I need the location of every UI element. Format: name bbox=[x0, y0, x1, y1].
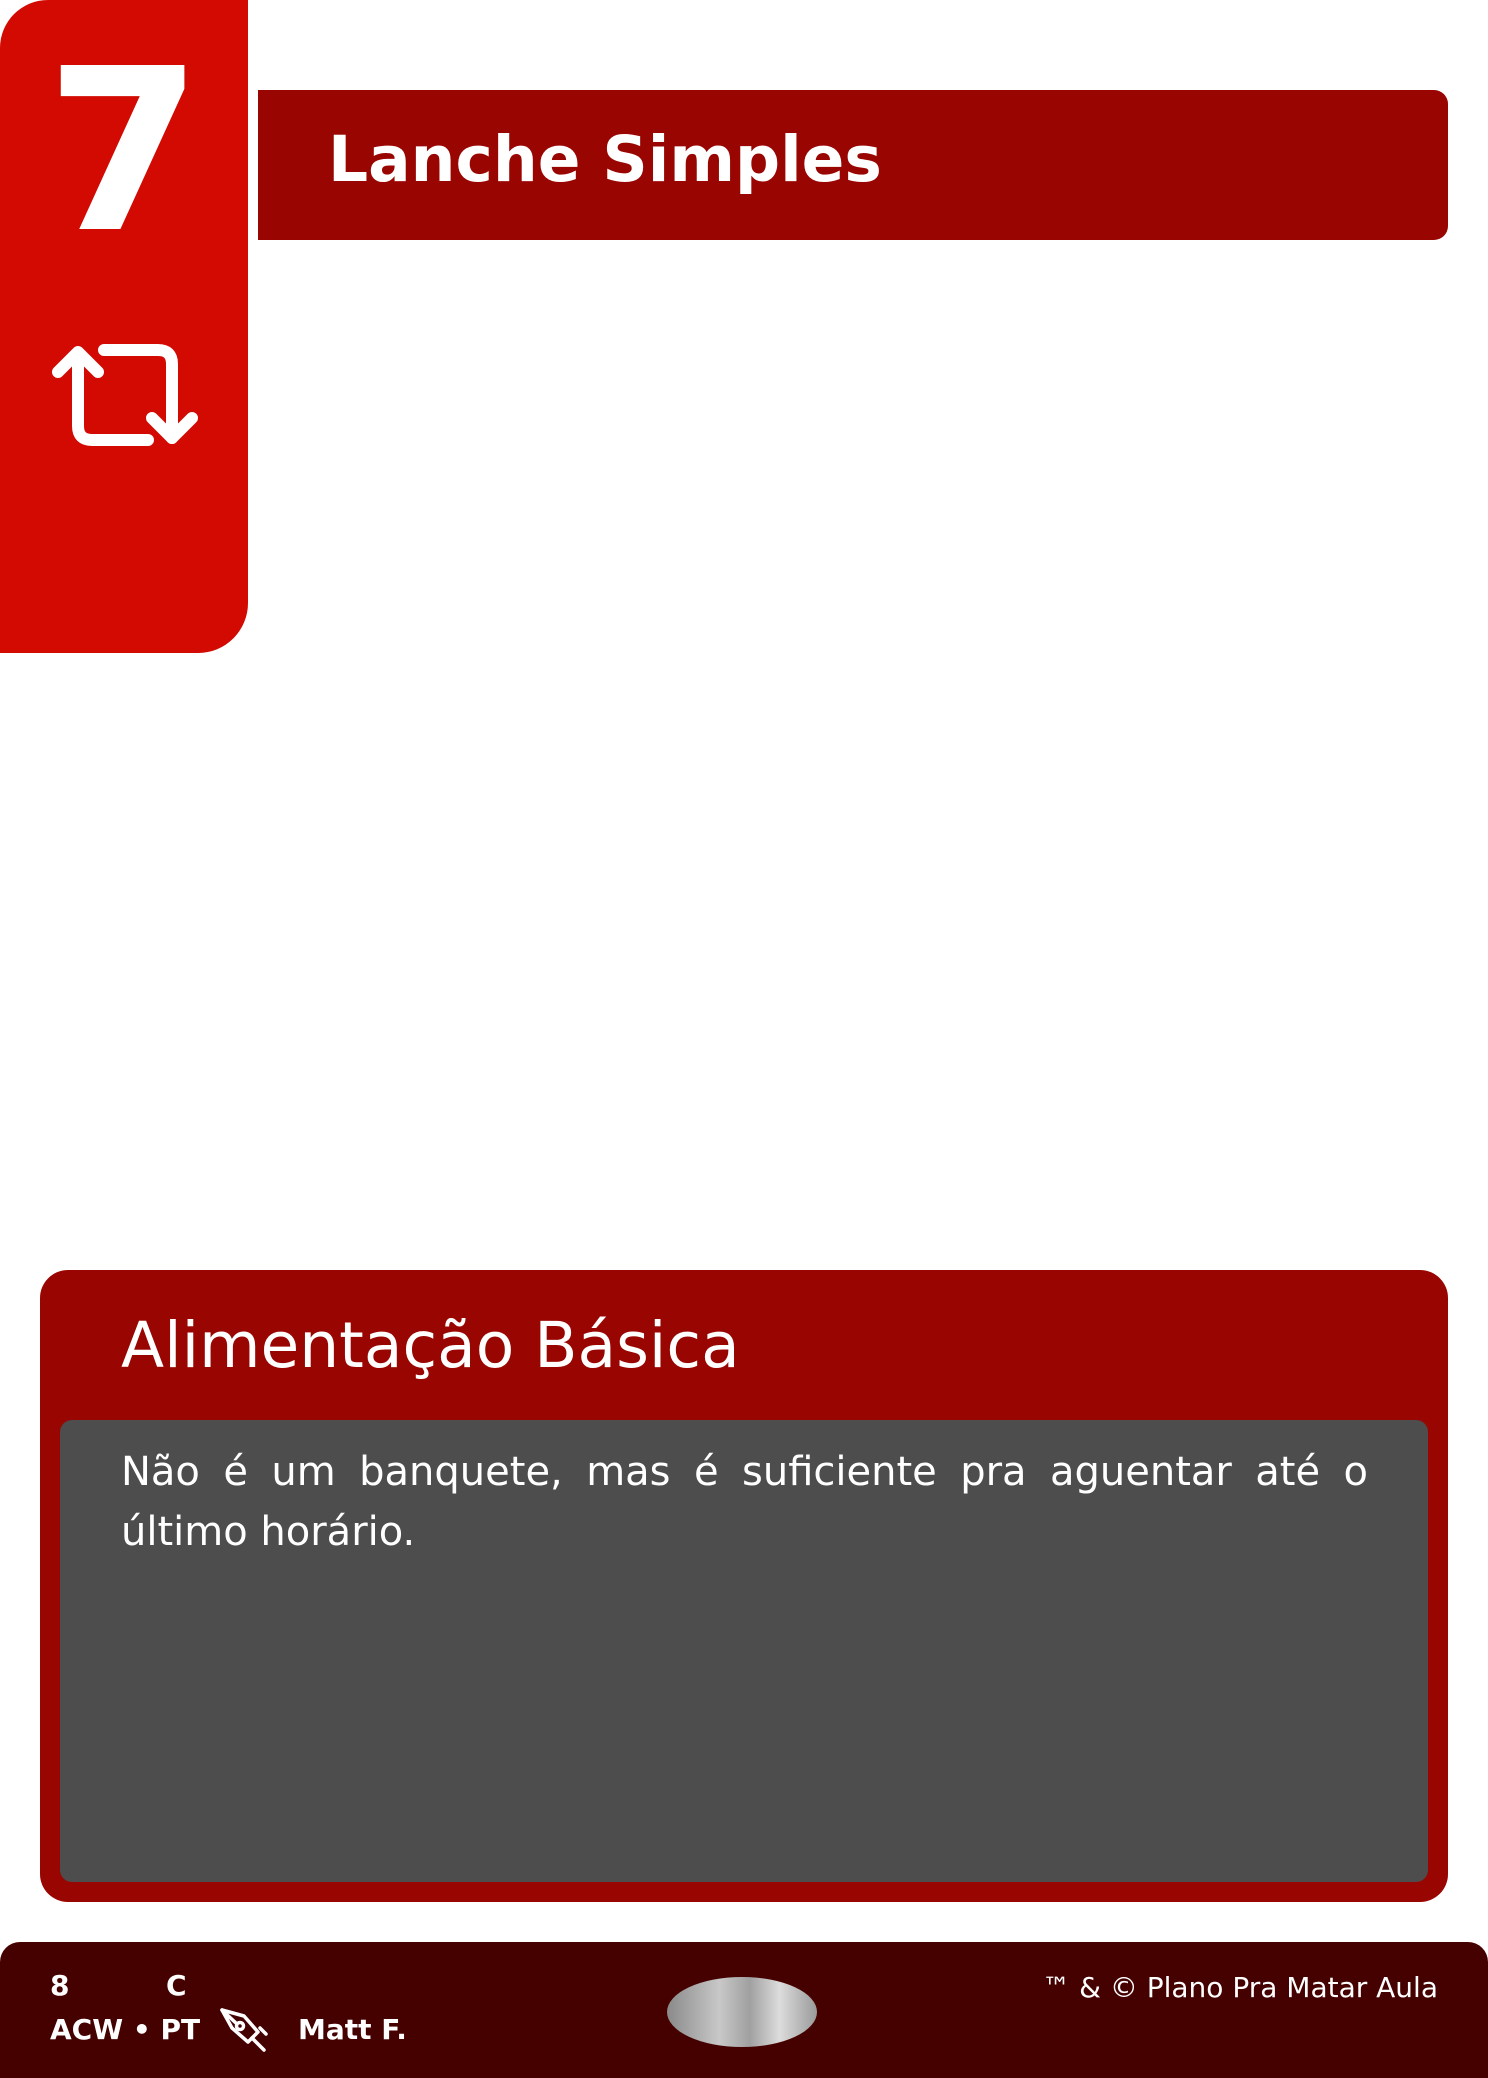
pen-nib-icon bbox=[220, 2008, 268, 2052]
repeat-icon bbox=[52, 344, 198, 446]
set-language: ACW • PT bbox=[50, 2013, 201, 2046]
cost-tab: 7 bbox=[0, 0, 248, 653]
artist-name: Matt F. bbox=[298, 2013, 407, 2046]
text-panel: Alimentação Básica Não é um banquete, ma… bbox=[40, 1270, 1448, 1902]
collector-number: 8 bbox=[50, 1969, 70, 2002]
flavor-text: Não é um banquete, mas é suficiente pra … bbox=[121, 1449, 1368, 1555]
copyright: ™ & © Plano Pra Matar Aula bbox=[1042, 1971, 1438, 2004]
rarity: C bbox=[166, 1969, 187, 2002]
holo-stamp bbox=[667, 1977, 817, 2047]
rules-text-box: Não é um banquete, mas é suficiente pra … bbox=[60, 1420, 1428, 1882]
mana-cost: 7 bbox=[45, 21, 203, 283]
card-title: Lanche Simples bbox=[328, 123, 882, 196]
title-bar: Lanche Simples bbox=[258, 90, 1448, 240]
footer: 8 C ACW • PT Matt F. ™ & © Plano Pra Mat… bbox=[0, 1942, 1488, 2078]
card-type-line: Alimentação Básica bbox=[121, 1309, 740, 1382]
